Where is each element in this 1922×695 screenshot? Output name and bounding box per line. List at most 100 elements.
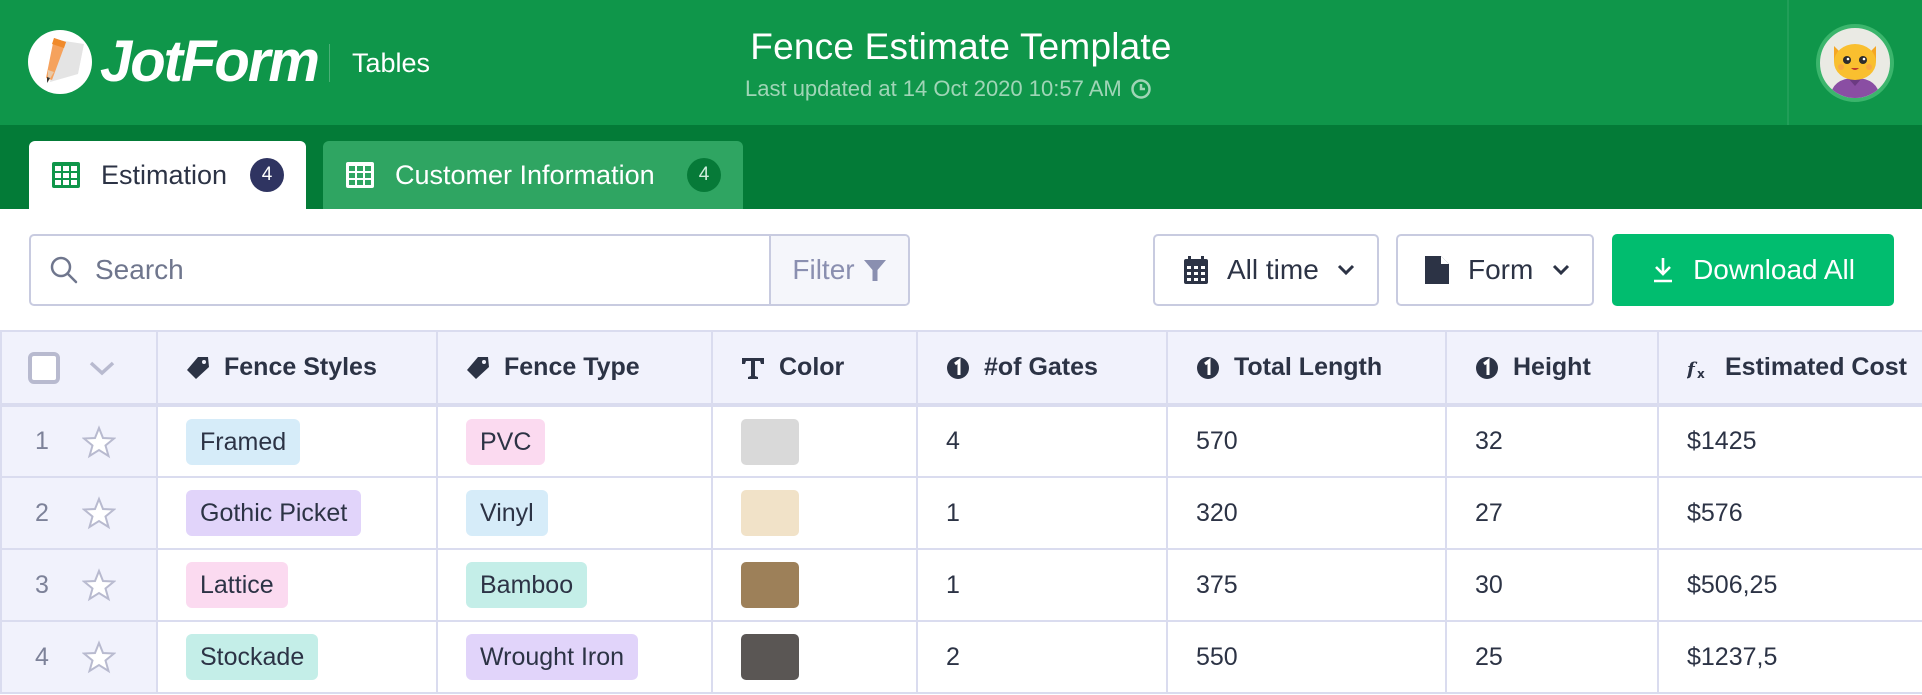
star-icon[interactable] (82, 496, 116, 530)
row-header: 3 (0, 548, 158, 622)
cell-height[interactable]: 30 (1445, 548, 1659, 622)
cell-height[interactable]: 32 (1445, 404, 1659, 478)
tab-label: Estimation (101, 159, 228, 190)
cell-fence-style[interactable]: Lattice (156, 548, 438, 622)
cell-estimated-cost[interactable]: $1237,5 (1657, 620, 1922, 694)
cell-height[interactable]: 27 (1445, 476, 1659, 550)
text-type-icon (742, 357, 764, 379)
cell-total-length[interactable]: 570 (1166, 404, 1447, 478)
column-header-estimated-cost[interactable]: fx Estimated Cost (1657, 330, 1922, 407)
cell-gates[interactable]: 2 (916, 620, 1168, 694)
tab-count-badge: 4 (250, 158, 284, 192)
cell-fence-style[interactable]: Framed (156, 404, 438, 478)
column-header-gates[interactable]: #of Gates (916, 330, 1168, 407)
fence-type-tag: PVC (466, 418, 546, 465)
cell-fence-type[interactable]: Wrought Iron (436, 620, 713, 694)
cell-gates[interactable]: 1 (916, 548, 1168, 622)
form-label: Form (1468, 254, 1534, 285)
tab-customer-information[interactable]: Customer Information 4 (323, 141, 743, 209)
fence-type-tag: Bamboo (466, 562, 588, 608)
row-number: 2 (35, 498, 49, 527)
search-bar: Filter (29, 234, 910, 306)
table-row[interactable]: 2 Gothic Picket Vinyl 1 320 27 $576 (0, 476, 1922, 550)
tag-icon (187, 356, 209, 379)
number-icon (1197, 356, 1219, 379)
column-label: Fence Type (504, 353, 640, 381)
chevron-down-icon[interactable] (88, 360, 116, 376)
column-label: #of Gates (984, 353, 1098, 381)
download-all-button[interactable]: Download All (1612, 234, 1894, 306)
fence-style-tag: Lattice (186, 562, 288, 608)
funnel-icon (863, 260, 886, 281)
table-row[interactable]: 3 Lattice Bamboo 1 375 30 $506,25 (0, 548, 1922, 622)
column-header-fence-type[interactable]: Fence Type (436, 330, 713, 407)
row-header: 2 (0, 476, 158, 550)
chevron-down-icon (1337, 264, 1355, 276)
cell-color[interactable] (711, 620, 918, 694)
cell-fence-style[interactable]: Gothic Picket (156, 476, 438, 550)
star-icon[interactable] (82, 568, 116, 602)
number-icon (947, 356, 969, 379)
column-header-total-length[interactable]: Total Length (1166, 330, 1447, 407)
cell-fence-type[interactable]: Vinyl (436, 476, 713, 550)
tag-icon (467, 356, 489, 379)
column-header-fence-styles[interactable]: Fence Styles (156, 330, 438, 407)
cell-estimated-cost[interactable]: $506,25 (1657, 548, 1922, 622)
svg-text:x: x (1697, 367, 1705, 380)
calendar-icon (1184, 256, 1208, 284)
cell-color[interactable] (711, 404, 918, 478)
cell-gates[interactable]: 4 (916, 404, 1168, 478)
table-row[interactable]: 1 Framed PVC 4 570 32 $1425 (0, 404, 1922, 478)
page-title: Fence Estimate Template (750, 26, 1172, 67)
cell-gates[interactable]: 1 (916, 476, 1168, 550)
header-row: Fence Styles Fence Type Color #of Gates … (0, 330, 1922, 407)
tab-estimation[interactable]: Estimation 4 (29, 141, 306, 209)
time-range-dropdown[interactable]: All time (1153, 234, 1379, 306)
color-swatch (741, 634, 799, 680)
cell-fence-type[interactable]: PVC (436, 404, 713, 478)
form-dropdown[interactable]: Form (1396, 234, 1594, 306)
search-icon (50, 256, 78, 284)
fence-type-tag: Vinyl (466, 490, 548, 536)
avatar[interactable] (1816, 24, 1894, 102)
cell-estimated-cost[interactable]: $1425 (1657, 404, 1922, 478)
last-updated: Last updated at 14 Oct 2020 10:57 AM (745, 76, 1152, 102)
select-all-header (0, 330, 158, 407)
cell-total-length[interactable]: 320 (1166, 476, 1447, 550)
cell-fence-style[interactable]: Stockade (156, 620, 438, 694)
formula-icon: fx (1687, 359, 1705, 380)
select-all-checkbox[interactable] (28, 351, 60, 384)
cell-fence-type[interactable]: Bamboo (436, 548, 713, 622)
cell-total-length[interactable]: 375 (1166, 548, 1447, 622)
number-icon (1476, 356, 1498, 379)
cell-color[interactable] (711, 548, 918, 622)
column-label: Estimated Cost (1725, 353, 1907, 381)
time-range-label: All time (1227, 254, 1319, 285)
filter-label: Filter (792, 254, 855, 285)
fence-style-tag: Gothic Picket (186, 490, 362, 536)
column-label: Fence Styles (224, 353, 377, 381)
table-grid-icon (52, 162, 80, 188)
table-row[interactable]: 4 Stockade Wrought Iron 2 550 25 $1237,5 (0, 620, 1922, 694)
column-label: Color (779, 353, 845, 381)
cell-total-length[interactable]: 550 (1166, 620, 1447, 694)
row-number: 1 (35, 427, 49, 455)
star-icon[interactable] (82, 424, 116, 459)
column-label: Total Length (1234, 353, 1383, 381)
cell-color[interactable] (711, 476, 918, 550)
clock-icon[interactable] (1130, 78, 1152, 100)
filter-button[interactable]: Filter (769, 236, 908, 304)
row-header: 4 (0, 620, 158, 694)
table-grid-icon (346, 162, 374, 188)
fence-type-tag: Wrought Iron (466, 634, 639, 680)
column-header-color[interactable]: Color (711, 330, 918, 407)
file-icon (1425, 256, 1449, 284)
cell-height[interactable]: 25 (1445, 620, 1659, 694)
fence-style-tag: Framed (186, 418, 301, 465)
column-header-height[interactable]: Height (1445, 330, 1659, 407)
search-input[interactable] (95, 254, 735, 286)
color-swatch (741, 490, 799, 536)
star-icon[interactable] (82, 640, 116, 674)
cell-estimated-cost[interactable]: $576 (1657, 476, 1922, 550)
row-header: 1 (0, 404, 158, 478)
